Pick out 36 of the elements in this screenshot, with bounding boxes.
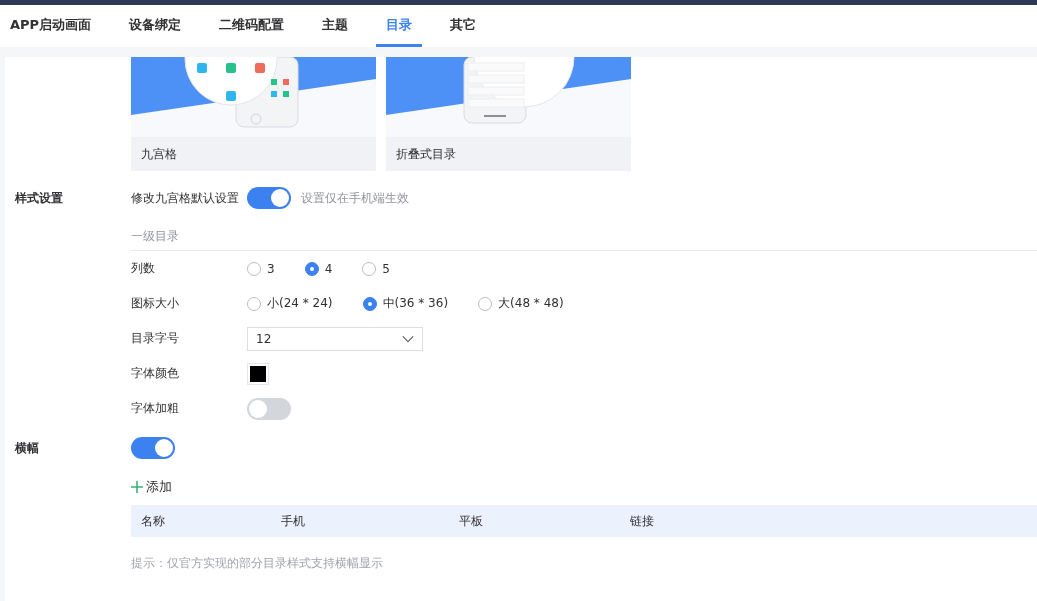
radio-option[interactable]: 大(48 * 48) <box>478 295 564 312</box>
field-label: 目录字号 <box>131 330 180 347</box>
add-button[interactable]: 添加 <box>131 477 172 497</box>
tab[interactable]: 设备绑定 <box>119 5 192 47</box>
hint-text: 设置仅在手机端生效 <box>301 189 409 207</box>
column-header: 平板 <box>459 512 484 530</box>
template-preview-drawing[interactable] <box>386 57 631 137</box>
color-picker[interactable] <box>247 362 269 385</box>
toggle-switch[interactable] <box>247 397 291 420</box>
field-label: 列数 <box>131 260 156 277</box>
toggle-label: 修改九宫格默认设置 <box>131 189 239 207</box>
template-label[interactable]: 九宫格 <box>131 137 376 171</box>
tab[interactable]: 目录 <box>376 5 423 47</box>
field-label: 字体颜色 <box>131 365 180 382</box>
field-label: 横幅 <box>14 440 40 457</box>
toggle-switch[interactable] <box>247 187 291 209</box>
field-label: 字体加粗 <box>131 400 180 417</box>
font-size-select[interactable]: 12 <box>247 326 423 351</box>
toggle-switch[interactable] <box>131 437 175 459</box>
radio-option[interactable]: 小(24 * 24) <box>247 295 333 312</box>
template-preview-drawing[interactable] <box>131 57 376 137</box>
column-header: 链接 <box>630 512 654 530</box>
tab[interactable]: 其它 <box>440 5 487 47</box>
radio-option[interactable]: 中(36 * 36) <box>362 295 449 312</box>
template-label[interactable]: 折叠式目录 <box>386 137 631 171</box>
tab[interactable]: 主题 <box>312 5 359 47</box>
tip-text: 提示：仅官方实现的部分目录样式支持横幅显示 <box>131 555 384 572</box>
tab[interactable]: APP启动画面 <box>0 5 102 47</box>
plus-icon <box>131 481 143 493</box>
field-label: 图标大小 <box>131 295 180 312</box>
field-label: 样式设置 <box>14 190 64 207</box>
tab[interactable]: 二维码配置 <box>209 5 295 47</box>
section-title: 一级目录 <box>131 228 180 245</box>
column-header: 名称 <box>141 512 166 530</box>
column-header: 手机 <box>281 512 306 530</box>
chevron-down-icon <box>402 334 414 343</box>
